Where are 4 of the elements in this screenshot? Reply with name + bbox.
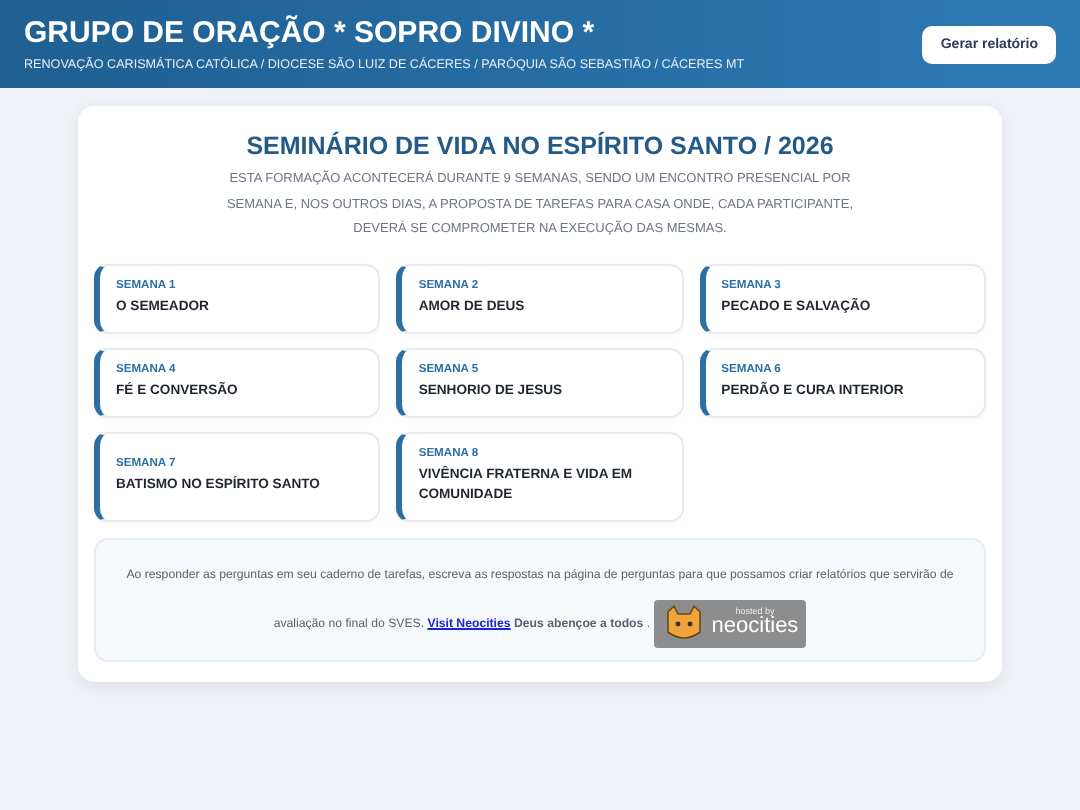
page-title: SEMINÁRIO DE VIDA NO ESPÍRITO SANTO / 2026	[244, 132, 836, 160]
site-title: GRUPO DE ORAÇÃO * SOPRO DIVINO *	[24, 16, 597, 50]
cat-icon	[661, 603, 706, 643]
badge-logo-text: neocities	[711, 616, 799, 639]
